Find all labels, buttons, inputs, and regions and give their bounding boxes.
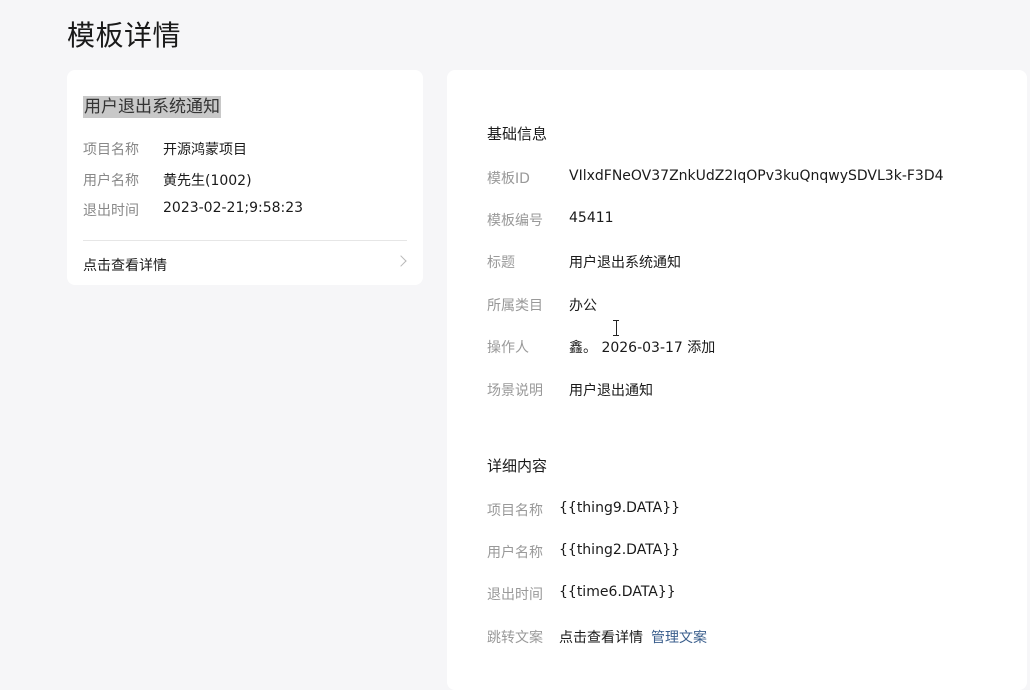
field-value: 45411 (569, 210, 614, 226)
field-value: 点击查看详情 (559, 630, 643, 646)
basic-row-title: 标题 用户退出系统通知 (487, 252, 681, 272)
preview-value: 黄先生(1002) (163, 173, 252, 189)
content-row-project: 项目名称 {{thing9.DATA}} (487, 500, 680, 520)
text-cursor-icon (613, 320, 619, 336)
content-row-logout-time: 退出时间 {{time6.DATA}} (487, 584, 676, 604)
template-detail-card: 基础信息 模板ID VIlxdFNeOV37ZnkUdZ2IqOPv3kuQnq… (447, 70, 1027, 690)
field-value: {{thing9.DATA}} (559, 500, 681, 516)
basic-row-category: 所属类目 办公 (487, 295, 597, 315)
field-label: 模板ID (487, 171, 530, 187)
template-preview-card: 用户退出系统通知 项目名称 开源鸿蒙项目 用户名称 黄先生(1002) 退出时间… (67, 70, 423, 285)
field-value: {{thing2.DATA}} (559, 542, 681, 558)
preview-label: 退出时间 (83, 203, 139, 219)
manage-text-link[interactable]: 管理文案 (651, 627, 707, 647)
field-label: 所属类目 (487, 298, 543, 314)
preview-label: 项目名称 (83, 142, 139, 158)
basic-row-template-id: 模板ID VIlxdFNeOV37ZnkUdZ2IqOPv3kuQnqwySDV… (487, 168, 944, 188)
field-label: 操作人 (487, 340, 529, 356)
field-label: 场景说明 (487, 383, 543, 399)
field-value: {{time6.DATA}} (559, 584, 676, 600)
basic-row-scenario: 场景说明 用户退出通知 (487, 380, 653, 400)
view-details-link[interactable]: 点击查看详情 (83, 255, 167, 275)
field-value: 用户退出系统通知 (569, 255, 681, 271)
page-title: 模板详情 (67, 19, 182, 52)
detail-content-heading: 详细内容 (487, 457, 548, 475)
field-label: 跳转文案 (487, 630, 543, 646)
preview-value: 开源鸿蒙项目 (163, 142, 247, 158)
preview-divider (83, 240, 407, 241)
field-label: 用户名称 (487, 545, 543, 561)
preview-title: 用户退出系统通知 (83, 96, 221, 118)
basic-row-template-number: 模板编号 45411 (487, 210, 614, 230)
content-row-user: 用户名称 {{thing2.DATA}} (487, 542, 680, 562)
content-row-jump-text: 跳转文案 点击查看详情 管理文案 (487, 627, 707, 647)
field-value: VIlxdFNeOV37ZnkUdZ2IqOPv3kuQnqwySDVL3k-F… (569, 168, 944, 184)
basic-info-heading: 基础信息 (487, 125, 548, 143)
basic-row-operator: 操作人 鑫。 2026-03-17 添加 (487, 337, 715, 357)
field-label: 标题 (487, 255, 515, 271)
preview-row-user: 用户名称 黄先生(1002) (83, 170, 252, 190)
field-value: 办公 (569, 298, 597, 314)
field-value: 用户退出通知 (569, 383, 653, 399)
field-value: 鑫。 2026-03-17 添加 (569, 340, 716, 356)
field-label: 项目名称 (487, 503, 543, 519)
preview-label: 用户名称 (83, 173, 139, 189)
field-label: 模板编号 (487, 213, 543, 229)
field-label: 退出时间 (487, 587, 543, 603)
preview-row-project: 项目名称 开源鸿蒙项目 (83, 139, 247, 159)
chevron-right-icon[interactable] (395, 255, 407, 267)
preview-row-logout-time: 退出时间 2023-02-21;9:58:23 (83, 200, 303, 220)
preview-value: 2023-02-21;9:58:23 (163, 200, 304, 216)
